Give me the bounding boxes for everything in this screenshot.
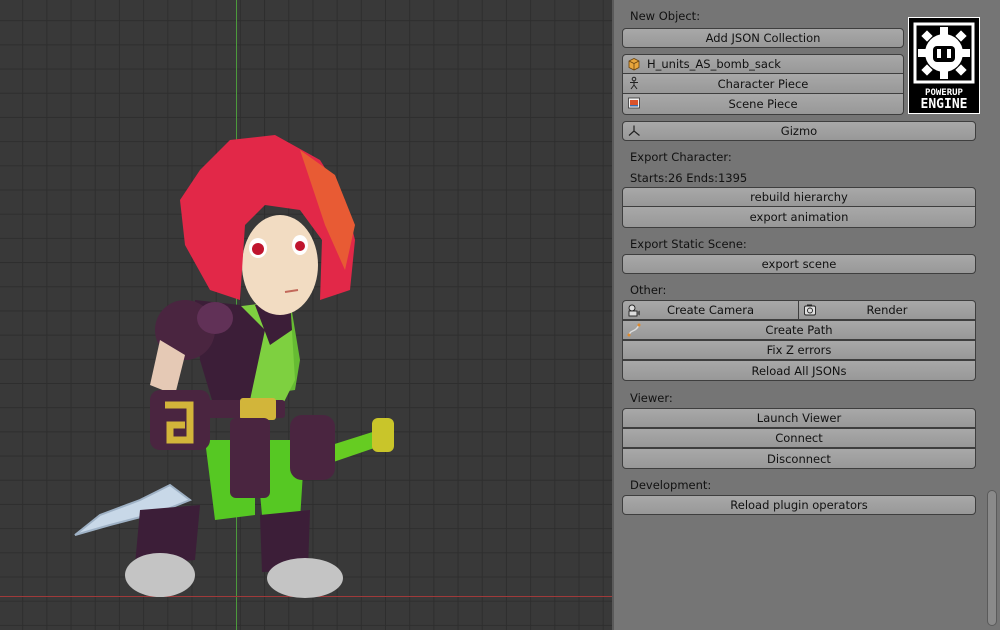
panel-scrollbar[interactable] xyxy=(987,490,997,626)
scene-piece-button[interactable]: Scene Piece xyxy=(622,94,904,115)
export-character-label: Export Character: xyxy=(630,150,732,164)
disconnect-button[interactable]: Disconnect xyxy=(622,448,976,469)
logo-line-2: ENGINE xyxy=(920,97,968,112)
new-object-label: New Object: xyxy=(630,9,701,23)
render-icon xyxy=(804,304,816,316)
fix-z-errors-button[interactable]: Fix Z errors xyxy=(622,340,976,360)
create-path-button[interactable]: Create Path xyxy=(622,320,976,340)
powerup-engine-logo: POWERUP ENGINE xyxy=(908,17,980,114)
character-piece-label: Character Piece xyxy=(717,76,809,91)
rebuild-hierarchy-button[interactable]: rebuild hierarchy xyxy=(622,187,976,207)
reload-all-jsons-button[interactable]: Reload All JSONs xyxy=(622,360,976,381)
frame-range-text: Starts:26 Ends:1395 xyxy=(630,171,748,185)
reload-plugin-operators-button[interactable]: Reload plugin operators xyxy=(622,495,976,515)
addon-side-panel: New Object: Add JSON Collection H_units_… xyxy=(612,0,1000,630)
launch-viewer-button[interactable]: Launch Viewer xyxy=(622,408,976,428)
curve-icon xyxy=(627,323,641,337)
character-piece-button[interactable]: Character Piece xyxy=(622,74,904,94)
package-icon xyxy=(628,58,640,71)
create-camera-label: Create Camera xyxy=(667,303,754,317)
add-json-collection-button[interactable]: Add JSON Collection xyxy=(622,28,904,48)
3d-viewport[interactable] xyxy=(0,0,612,630)
camera-icon xyxy=(628,304,640,317)
other-label: Other: xyxy=(630,283,667,297)
viewer-label: Viewer: xyxy=(630,391,673,405)
character-model[interactable] xyxy=(0,0,612,630)
development-label: Development: xyxy=(630,478,712,492)
gizmo-button[interactable]: Gizmo xyxy=(622,121,976,141)
gizmo-label: Gizmo xyxy=(780,124,818,138)
armature-icon xyxy=(630,76,638,90)
connect-button[interactable]: Connect xyxy=(622,428,976,448)
export-scene-button[interactable]: export scene xyxy=(622,254,976,274)
create-camera-button[interactable]: Create Camera xyxy=(622,300,799,320)
create-path-label: Create Path xyxy=(765,323,833,337)
render-button[interactable]: Render xyxy=(799,300,976,320)
object-name-field[interactable]: H_units_AS_bomb_sack xyxy=(622,54,904,74)
axes-icon xyxy=(628,125,640,136)
export-animation-button[interactable]: export animation xyxy=(622,207,976,228)
gear-logo-icon xyxy=(913,22,975,84)
object-name-text: H_units_AS_bomb_sack xyxy=(647,57,781,71)
image-icon xyxy=(628,97,640,109)
render-label: Render xyxy=(866,303,908,317)
export-static-scene-label: Export Static Scene: xyxy=(630,237,747,251)
scene-piece-label: Scene Piece xyxy=(728,97,798,111)
